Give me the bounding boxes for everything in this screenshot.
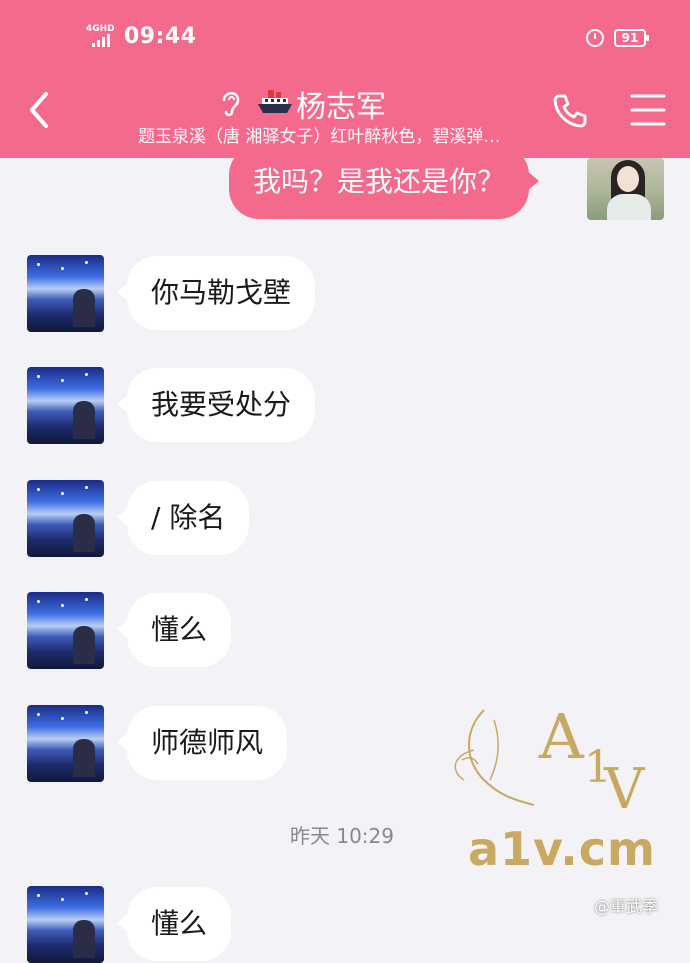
message-bubble[interactable]: 懂么 xyxy=(116,593,232,667)
contact-avatar[interactable] xyxy=(27,255,104,332)
watermark-logo: A 1 V xyxy=(444,700,664,824)
alarm-icon xyxy=(586,29,604,47)
ear-icon[interactable] xyxy=(216,86,244,118)
watermark-site: a1v.cm xyxy=(468,822,656,876)
message-bubble[interactable]: 你马勒戈壁 xyxy=(116,256,316,330)
svg-text:A: A xyxy=(538,700,585,773)
signal-icon: 4GHD xyxy=(86,24,120,48)
contact-name[interactable]: 杨志军 xyxy=(296,82,386,126)
message-bubble[interactable]: / 除名 xyxy=(116,481,250,555)
ship-icon xyxy=(256,86,294,122)
message-bubble[interactable]: 师德师风 xyxy=(116,706,288,780)
phone-icon[interactable] xyxy=(550,90,590,130)
self-avatar[interactable] xyxy=(587,158,664,220)
menu-icon[interactable] xyxy=(628,92,668,128)
weibo-watermark: @軍武季 xyxy=(594,897,659,916)
message-bubble[interactable]: 我要受处分 xyxy=(116,368,316,442)
battery-icon: 91 xyxy=(614,29,649,47)
contact-avatar[interactable] xyxy=(27,886,104,963)
network-type: 4GHD xyxy=(86,24,115,34)
contact-avatar[interactable] xyxy=(27,367,104,444)
svg-text:V: V xyxy=(603,757,646,820)
status-time: 09:44 xyxy=(124,24,197,49)
contact-avatar[interactable] xyxy=(27,705,104,782)
contact-avatar[interactable] xyxy=(27,480,104,557)
message-bubble[interactable]: 懂么 xyxy=(116,887,232,961)
contact-avatar[interactable] xyxy=(27,592,104,669)
contact-signature: 题玉泉溪（唐 湘驿女子）红叶醉秋色，碧溪弹… xyxy=(138,127,501,147)
chat-header: 4GHD 09:44 91 杨志军 题玉泉溪（唐 湘驿女子）红叶醉秋色，碧溪弹… xyxy=(0,0,690,158)
message-timestamp: 昨天 10:29 xyxy=(290,824,394,848)
back-button[interactable] xyxy=(24,88,64,132)
